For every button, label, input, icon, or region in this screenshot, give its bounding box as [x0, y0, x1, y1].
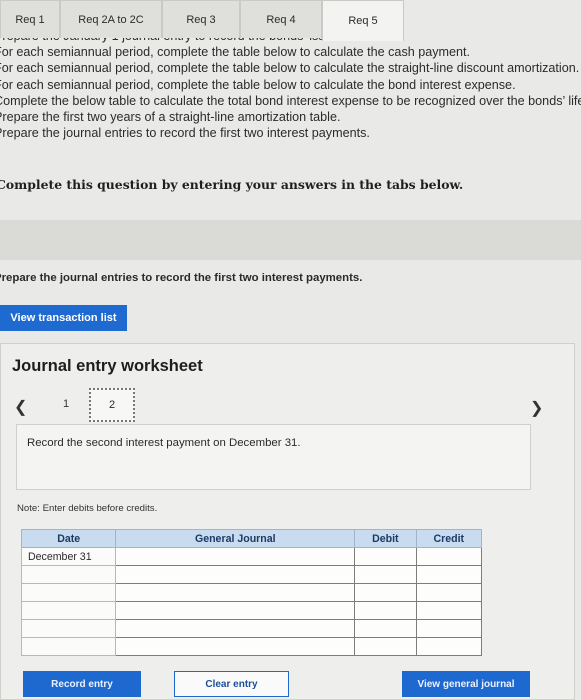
debit-header: Debit [354, 529, 417, 548]
chevron-right-icon[interactable]: ❯ [530, 398, 543, 418]
table-row [20, 583, 483, 602]
view-general-journal-button[interactable]: View general journal [402, 671, 530, 697]
account-input[interactable] [115, 637, 356, 656]
debit-input[interactable] [354, 637, 417, 656]
credit-input[interactable] [415, 565, 483, 584]
transaction-description-box [16, 424, 531, 490]
date-cell [20, 583, 117, 602]
general-journal-header: General Journal [115, 529, 356, 548]
step-1-link[interactable]: 1 [63, 398, 69, 410]
tab-req-5[interactable]: Req 5 [322, 0, 404, 41]
chevron-left-icon[interactable]: ❮ [14, 397, 27, 417]
transaction-description: Record the second interest payment on De… [27, 437, 301, 449]
tab-req-1[interactable]: Req 1 [0, 0, 60, 38]
table-row: December 31 [20, 547, 483, 566]
table-row [20, 637, 483, 656]
credit-header: Credit [415, 529, 483, 548]
date-cell [20, 565, 117, 584]
instruction-line: For each semiannual period, complete the… [0, 61, 580, 76]
account-input[interactable] [115, 619, 356, 638]
credit-input[interactable] [415, 619, 483, 638]
tab-req-2a-2c[interactable]: Req 2A to 2C [60, 0, 162, 38]
credit-input[interactable] [415, 601, 483, 620]
table-row [20, 619, 483, 638]
account-input[interactable] [115, 583, 356, 602]
debits-note: Note: Enter debits before credits. [17, 503, 158, 514]
instruction-line: Prepare the first two years of a straigh… [0, 109, 341, 124]
worksheet-title: Journal entry worksheet [12, 357, 203, 375]
date-cell [20, 601, 117, 620]
debit-input[interactable] [354, 565, 417, 584]
requirement-subtitle: Prepare the journal entries to record th… [0, 272, 363, 284]
debit-input[interactable] [354, 583, 417, 602]
date-cell [20, 637, 117, 656]
instruction-line: Complete the below table to calculate th… [0, 93, 581, 108]
debit-input[interactable] [354, 601, 417, 620]
tab-req-3[interactable]: Req 3 [162, 0, 240, 38]
table-row [20, 565, 483, 584]
record-entry-button[interactable]: Record entry [23, 671, 141, 697]
date-cell [20, 619, 117, 638]
view-transaction-list-button[interactable]: View transaction list [0, 305, 127, 331]
step-2-current[interactable]: 2 [89, 388, 135, 422]
date-header: Date [20, 529, 117, 548]
account-input[interactable] [115, 601, 356, 620]
credit-input[interactable] [415, 637, 483, 656]
tab-bar [0, 220, 581, 260]
journal-table: Date General Journal Debit Credit Decemb… [20, 529, 483, 656]
date-cell: December 31 [20, 547, 117, 566]
tab-req-4[interactable]: Req 4 [240, 0, 322, 38]
instruction-line: For each semiannual period, complete the… [0, 77, 516, 92]
instruction-line: For each semiannual period, complete the… [0, 45, 471, 60]
instructions-list: Prepare the January 1 journal entry to r… [0, 28, 581, 141]
credit-input[interactable] [415, 583, 483, 602]
debit-input[interactable] [354, 619, 417, 638]
debit-input[interactable] [354, 547, 417, 566]
table-row [20, 601, 483, 620]
clear-entry-button[interactable]: Clear entry [174, 671, 289, 697]
account-input[interactable] [115, 565, 356, 584]
complete-question-note: Complete this question by entering your … [0, 177, 464, 192]
credit-input[interactable] [415, 547, 483, 566]
account-input[interactable] [115, 547, 356, 566]
instruction-line: Prepare the journal entries to record th… [0, 126, 370, 141]
